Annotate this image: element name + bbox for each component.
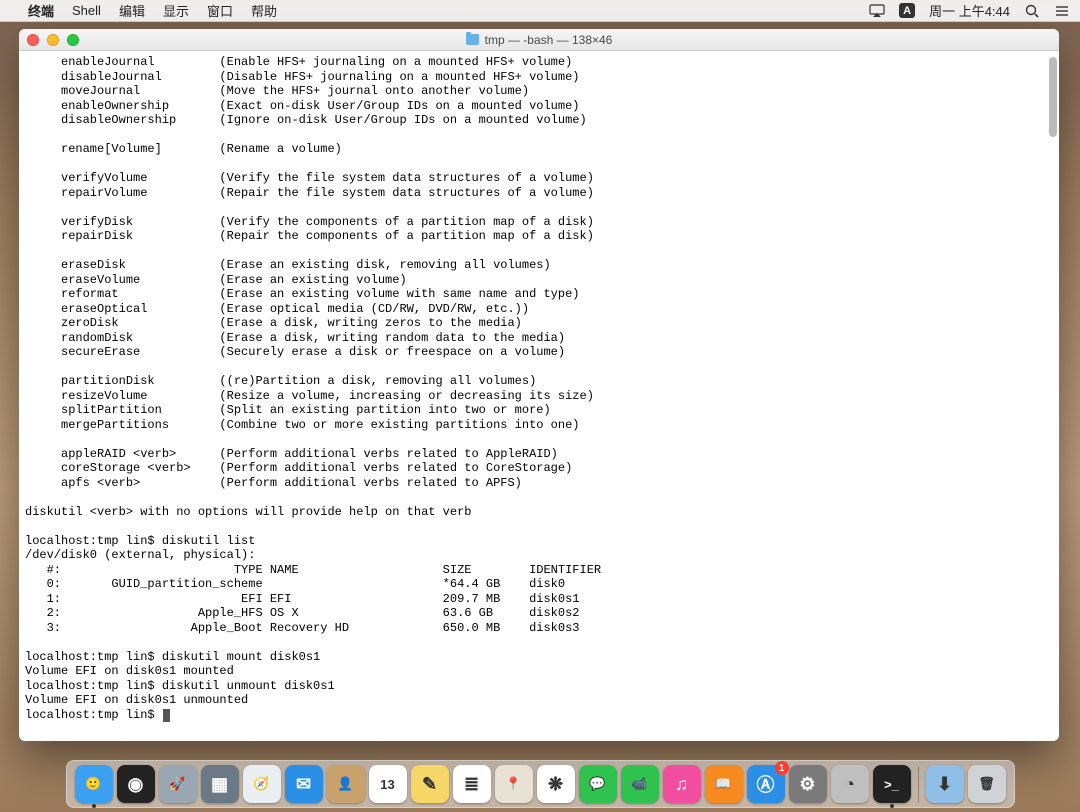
dock-app-terminal[interactable]: >_	[873, 765, 911, 803]
close-button[interactable]	[27, 34, 39, 46]
dock-app-messages[interactable]: 💬	[579, 765, 617, 803]
dock-app-mission[interactable]: ▦	[201, 765, 239, 803]
dock-app-preferences[interactable]: ⚙	[789, 765, 827, 803]
terminal-cursor	[163, 709, 170, 722]
dock-app-trash[interactable]: 🗑	[968, 765, 1006, 803]
dock-container: 🙂◉🚀▦🧭✉👤13✎≣📍❋💬📹♫📖Ⓐ1⚙◔>_ ⬇🗑	[66, 760, 1015, 808]
app-menu[interactable]: 终端	[28, 1, 54, 20]
terminal-content[interactable]: enableJournal (Enable HFS+ journaling on…	[19, 51, 1059, 741]
dock-app-mail[interactable]: ✉	[285, 765, 323, 803]
dock-app-reminders[interactable]: ≣	[453, 765, 491, 803]
minimize-button[interactable]	[47, 34, 59, 46]
dock-badge: 1	[775, 761, 789, 775]
dock-app-facetime[interactable]: 📹	[621, 765, 659, 803]
dock-app-appstore[interactable]: Ⓐ1	[747, 765, 785, 803]
terminal-output: enableJournal (Enable HFS+ journaling on…	[25, 55, 1053, 722]
scrollbar-thumb[interactable]	[1049, 57, 1057, 137]
input-source-badge[interactable]: A	[899, 3, 915, 18]
dock-app-downloads[interactable]: ⬇	[926, 765, 964, 803]
dock-app-finder[interactable]: 🙂	[75, 765, 113, 803]
spotlight-icon[interactable]	[1024, 4, 1040, 18]
menu-help[interactable]: 帮助	[251, 1, 277, 20]
dock: 🙂◉🚀▦🧭✉👤13✎≣📍❋💬📹♫📖Ⓐ1⚙◔>_ ⬇🗑	[0, 760, 1080, 808]
dock-app-contacts[interactable]: 👤	[327, 765, 365, 803]
dock-app-calendar[interactable]: 13	[369, 765, 407, 803]
menu-edit[interactable]: 编辑	[119, 1, 145, 20]
menu-window[interactable]: 窗口	[207, 1, 233, 20]
menu-shell[interactable]: Shell	[72, 3, 101, 18]
menubar-clock[interactable]: 周一 上午4:44	[929, 1, 1010, 20]
maximize-button[interactable]	[67, 34, 79, 46]
menu-view[interactable]: 显示	[163, 1, 189, 20]
dock-app-itunes[interactable]: ♫	[663, 765, 701, 803]
airplay-icon[interactable]	[869, 4, 885, 18]
folder-icon	[466, 34, 479, 45]
dock-app-photos[interactable]: ❋	[537, 765, 575, 803]
dock-app-launchpad[interactable]: 🚀	[159, 765, 197, 803]
window-titlebar[interactable]: tmp — -bash — 138×46	[19, 29, 1059, 51]
dock-app-maps[interactable]: 📍	[495, 765, 533, 803]
dock-app-diskutility[interactable]: ◔	[831, 765, 869, 803]
dock-app-siri[interactable]: ◉	[117, 765, 155, 803]
window-title: tmp — -bash — 138×46	[19, 33, 1059, 47]
dock-app-safari[interactable]: 🧭	[243, 765, 281, 803]
terminal-window: tmp — -bash — 138×46 enableJournal (Enab…	[19, 29, 1059, 741]
dock-app-notes[interactable]: ✎	[411, 765, 449, 803]
dock-separator	[918, 767, 919, 803]
macos-menubar: 终端 Shell 编辑 显示 窗口 帮助 A 周一 上午4:44	[0, 0, 1080, 22]
notification-center-icon[interactable]	[1054, 4, 1070, 18]
dock-app-ibooks[interactable]: 📖	[705, 765, 743, 803]
